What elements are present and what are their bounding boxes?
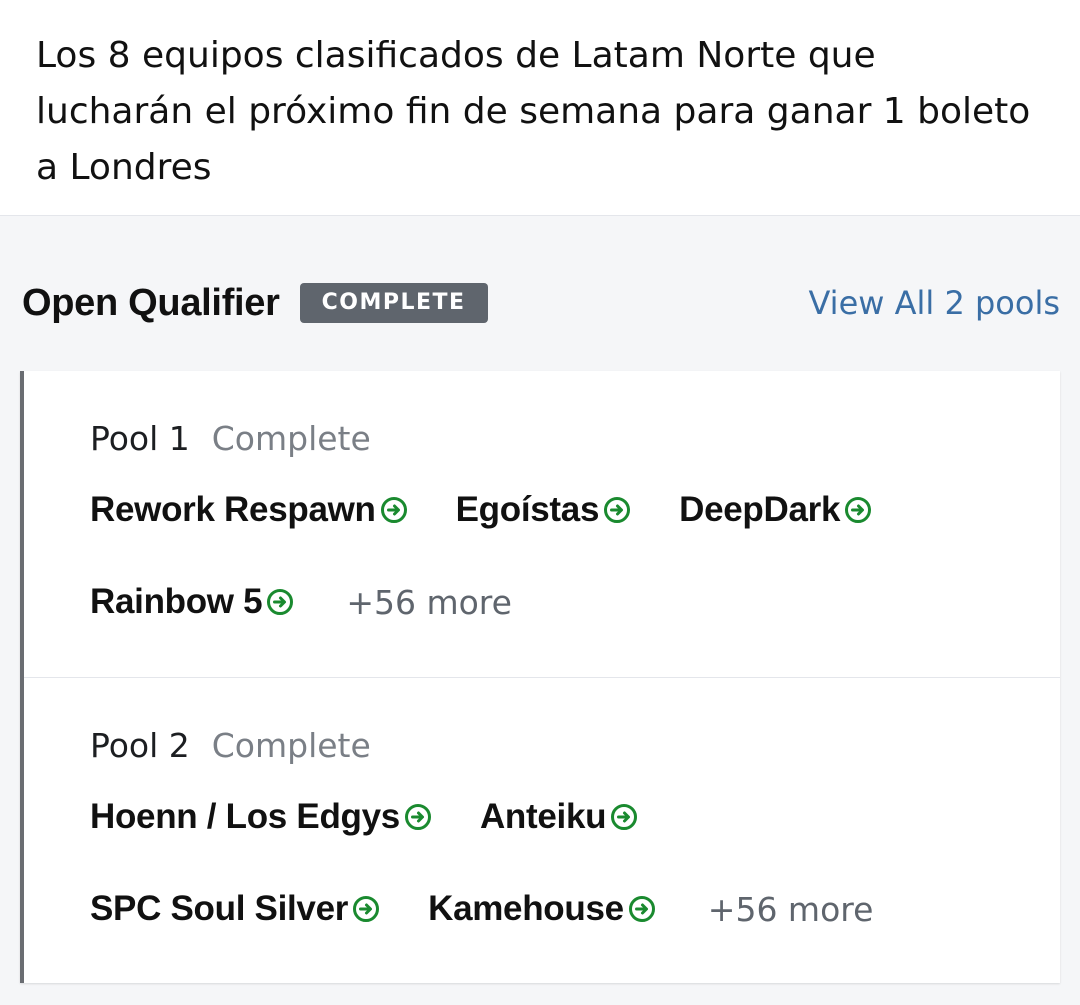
team-row: Rework Respawn Egoístas DeepDark (90, 487, 1060, 533)
pools-card: Pool 1 Complete Rework Respawn Egoístas … (20, 371, 1060, 983)
pool-1[interactable]: Pool 1 Complete Rework Respawn Egoístas … (24, 371, 1060, 677)
team-item[interactable]: Rework Respawn (90, 490, 408, 530)
pool-2[interactable]: Pool 2 Complete Hoenn / Los Edgys Anteik… (24, 677, 1060, 983)
team-name: Rainbow 5 (90, 582, 263, 621)
more-teams-link[interactable]: +56 more (346, 583, 512, 622)
arrow-circle-right-icon (611, 804, 638, 830)
team-name: Kamehouse (428, 889, 624, 928)
qualifier-title: Open Qualifier (22, 281, 280, 324)
arrow-circle-right-icon (604, 497, 631, 523)
pool-header: Pool 1 Complete (90, 419, 1060, 459)
arrow-circle-right-icon (267, 589, 294, 615)
post-text: Los 8 equipos clasificados de Latam Nort… (36, 35, 1031, 188)
pool-header: Pool 2 Complete (90, 726, 1060, 766)
team-item[interactable]: Kamehouse (428, 889, 656, 929)
arrow-circle-right-icon (845, 497, 872, 523)
status-badge: COMPLETE (299, 283, 488, 323)
team-item[interactable]: Egoístas (456, 490, 631, 530)
pool-name: Pool 1 (90, 419, 190, 458)
arrow-circle-right-icon (628, 896, 655, 922)
team-name: DeepDark (679, 490, 841, 529)
pool-name: Pool 2 (90, 726, 190, 765)
team-item[interactable]: Hoenn / Los Edgys (90, 797, 432, 837)
view-all-pools-link[interactable]: View All 2 pools (808, 284, 1060, 322)
team-item[interactable]: Anteiku (480, 797, 638, 837)
more-teams-link[interactable]: +56 more (708, 890, 874, 929)
team-item[interactable]: SPC Soul Silver (90, 889, 380, 929)
team-name: Rework Respawn (90, 490, 376, 529)
arrow-circle-right-icon (380, 497, 407, 523)
qualifier-header: Open Qualifier COMPLETE View All 2 pools (22, 278, 1060, 328)
team-row: Hoenn / Los Edgys Anteiku (90, 794, 1060, 840)
team-name: SPC Soul Silver (90, 889, 349, 928)
arrow-circle-right-icon (404, 804, 431, 830)
team-name: Egoístas (455, 490, 600, 529)
team-name: Hoenn / Los Edgys (90, 797, 400, 836)
post-header: Los 8 equipos clasificados de Latam Nort… (0, 0, 1080, 216)
arrow-circle-right-icon (353, 896, 380, 922)
team-item[interactable]: Rainbow 5 (90, 582, 294, 622)
team-row: Rainbow 5 +56 more (90, 579, 1060, 625)
team-row: SPC Soul Silver Kamehouse +56 more (90, 886, 1060, 932)
team-name: Anteiku (479, 797, 607, 836)
pool-status: Complete (211, 419, 371, 458)
pool-status: Complete (211, 726, 371, 765)
team-item[interactable]: DeepDark (679, 490, 872, 530)
tournament-embed: Open Qualifier COMPLETE View All 2 pools… (0, 216, 1080, 1004)
